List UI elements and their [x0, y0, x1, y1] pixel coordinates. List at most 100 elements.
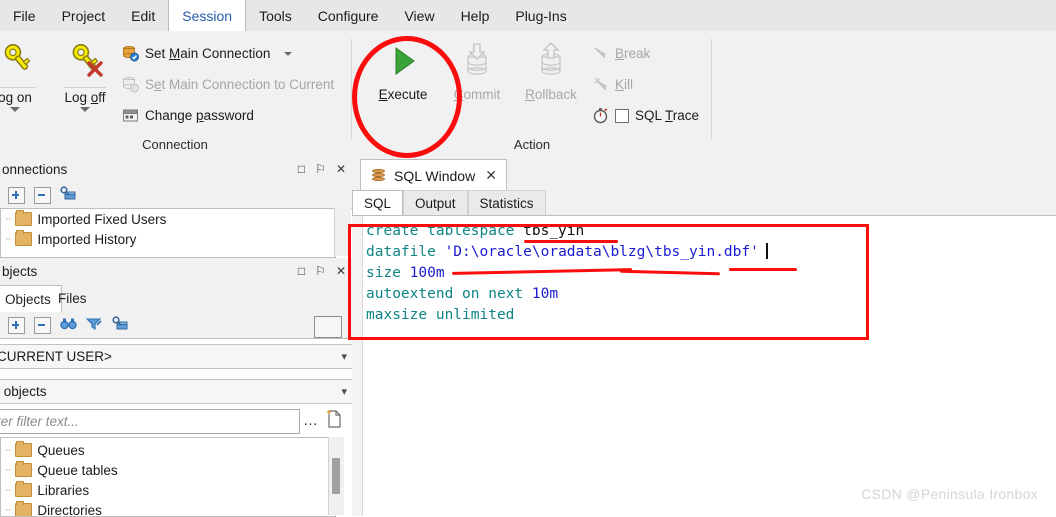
code-token-num: 100m — [410, 265, 445, 281]
objects-filter-icon[interactable] — [86, 317, 103, 334]
menu-item-help[interactable]: Help — [448, 0, 503, 31]
objects-tree[interactable]: ·· Queues ·· Queue tables ·· Libraries ·… — [0, 437, 336, 517]
document-tabstrip: SQL Window ✕ — [352, 156, 1056, 191]
tree-item-label: Queues — [37, 443, 84, 458]
connections-panel-toolbar — [0, 182, 360, 209]
menu-item-project[interactable]: Project — [49, 0, 119, 31]
connections-panel-title: onnections — [2, 162, 298, 177]
objects-tree-scroll-thumb[interactable] — [332, 458, 340, 494]
break-arrow-icon — [592, 45, 609, 62]
menu-item-view[interactable]: View — [391, 0, 447, 31]
connections-close-icon[interactable]: ✕ — [336, 163, 346, 175]
tree-item-queue-tables[interactable]: ·· Queue tables — [1, 460, 335, 480]
connections-expand-all-button[interactable] — [8, 187, 25, 204]
sql-editor-code[interactable]: create tablespace tbs_yindatafile 'D:\or… — [366, 221, 768, 326]
connections-collapse-all-button[interactable] — [34, 187, 51, 204]
ribbon-group-action: Execute Commit — [352, 31, 712, 156]
objects-maximize-icon[interactable]: □ — [298, 265, 305, 277]
menu-item-tools[interactable]: Tools — [246, 0, 305, 31]
current-user-combo-value: CURRENT USER> — [0, 349, 112, 364]
code-token-str: 'D:\oracle\oradata\blzg\tbs_yin.dbf' — [445, 244, 759, 260]
database-icon — [370, 168, 387, 183]
log-off-dropdown-caret[interactable] — [80, 107, 90, 112]
code-line: create tablespace tbs_yin — [366, 221, 768, 242]
connections-tree-scrollbar[interactable] — [334, 208, 351, 256]
password-card-icon — [122, 107, 139, 124]
tree-connector: ·· — [5, 444, 10, 456]
folder-icon — [15, 232, 32, 246]
menu-item-plugins[interactable]: Plug-Ins — [502, 0, 579, 31]
database-check-icon — [122, 45, 139, 62]
ribbon-group-connection: og on — [0, 31, 352, 156]
connections-maximize-icon[interactable]: □ — [298, 163, 305, 175]
sql-trace-checkbox[interactable] — [615, 109, 629, 123]
code-token-kw: maxsize unlimited — [366, 307, 514, 323]
tree-item-directories[interactable]: ·· Directories — [1, 500, 335, 517]
object-type-combo[interactable]: l objects ▾ — [0, 379, 354, 404]
sql-editor[interactable]: create tablespace tbs_yindatafile 'D:\or… — [352, 215, 1056, 516]
close-icon[interactable]: ✕ — [485, 167, 497, 184]
objects-pin-icon[interactable]: ⚐ — [315, 265, 326, 277]
break-label: Break — [615, 46, 650, 61]
folder-icon — [15, 483, 32, 497]
code-line: maxsize unlimited — [366, 305, 768, 326]
execute-label: Execute — [366, 87, 440, 102]
filter-more-button[interactable]: … — [303, 412, 319, 429]
menu-item-configure[interactable]: Configure — [305, 0, 392, 31]
log-off-button[interactable]: Log off — [48, 37, 122, 112]
objects-tree-scrollbar[interactable] — [328, 437, 344, 515]
tree-connector: ·· — [5, 464, 10, 476]
set-main-connection-to-current-label: Set Main Connection to Current — [145, 77, 334, 92]
execute-button[interactable]: Execute — [366, 37, 440, 102]
tree-connector: ·· — [5, 233, 10, 245]
menu-item-session[interactable]: Session — [168, 0, 246, 31]
change-password-label: Change password — [145, 108, 254, 123]
connections-pin-icon[interactable]: ⚐ — [315, 163, 326, 175]
key-on-icon — [0, 37, 52, 85]
tree-item-imported-history[interactable]: ·· Imported History — [1, 229, 335, 249]
objects-search-icon[interactable] — [60, 317, 77, 334]
code-token-kw: create tablespace — [366, 223, 523, 239]
objects-close-icon[interactable]: ✕ — [336, 265, 346, 277]
play-icon — [366, 37, 440, 85]
objects-expand-all-button[interactable] — [8, 317, 25, 334]
sql-window-tab[interactable]: SQL Window ✕ — [360, 159, 507, 192]
set-main-connection-command[interactable]: Set Main Connection — [122, 45, 292, 62]
change-password-command[interactable]: Change password — [122, 107, 254, 124]
sql-trace-command[interactable]: SQL Trace — [592, 107, 699, 124]
code-token-idn: tbs_yin — [523, 223, 584, 239]
new-filter-icon[interactable] — [325, 409, 343, 432]
objects-new-connection-icon[interactable] — [112, 316, 128, 334]
tab-output-label: Output — [415, 196, 456, 211]
object-type-combo-value: l objects — [0, 384, 47, 399]
connections-tree[interactable]: ·· Imported Fixed Users ·· Imported Hist… — [0, 208, 336, 258]
tab-files[interactable]: Files — [48, 285, 97, 312]
tab-output[interactable]: Output — [403, 190, 468, 216]
tree-item-queues[interactable]: ·· Queues — [1, 440, 335, 460]
kill-label: Kill — [615, 77, 633, 92]
filter-input[interactable]: ter filter text... — [0, 409, 300, 434]
log-on-button[interactable]: og on — [0, 37, 52, 112]
menu-item-edit[interactable]: Edit — [118, 0, 168, 31]
stopwatch-icon — [592, 107, 609, 124]
log-on-dropdown-caret[interactable] — [10, 107, 20, 112]
commit-label: Commit — [440, 87, 514, 102]
tab-sql[interactable]: SQL — [352, 190, 403, 217]
tab-statistics[interactable]: Statistics — [468, 190, 546, 216]
connections-new-connection-icon[interactable] — [60, 186, 76, 204]
button-divider — [64, 87, 106, 88]
objects-collapse-all-button[interactable] — [34, 317, 51, 334]
set-main-connection-dropdown-caret[interactable] — [284, 52, 292, 56]
tree-item-libraries[interactable]: ·· Libraries — [1, 480, 335, 500]
log-off-label: Log off — [48, 90, 122, 105]
text-cursor — [766, 243, 768, 259]
current-user-combo[interactable]: CURRENT USER> ▾ — [0, 344, 354, 369]
tree-item-imported-fixed-users[interactable]: ·· Imported Fixed Users — [1, 209, 335, 229]
filter-input-placeholder: ter filter text... — [0, 414, 79, 429]
ribbon-group-label-action: Action — [412, 137, 652, 152]
menu-item-file[interactable]: File — [0, 0, 49, 31]
chevron-down-icon: ▾ — [341, 385, 347, 398]
objects-options-button[interactable] — [314, 316, 342, 338]
tree-item-label: Imported Fixed Users — [37, 212, 166, 227]
folder-icon — [15, 443, 32, 457]
